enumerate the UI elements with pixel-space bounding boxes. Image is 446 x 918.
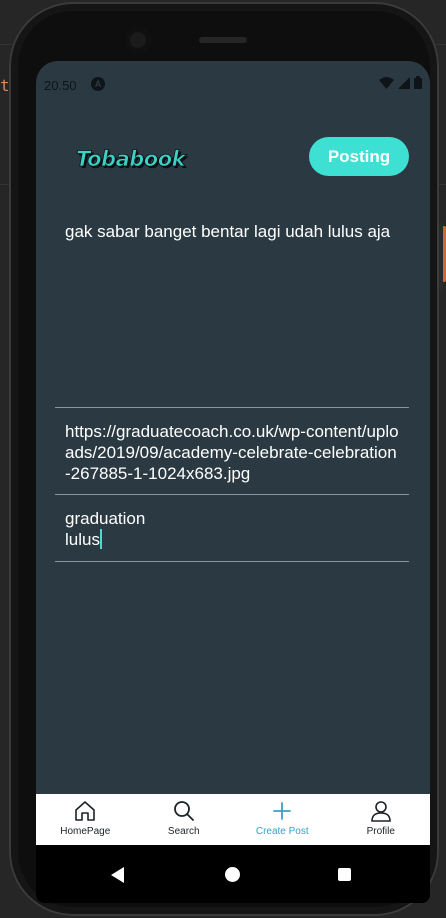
side-button[interactable] — [439, 222, 443, 292]
app-logo: Tobabook — [76, 147, 186, 172]
caption-input[interactable]: gak sabar banget bentar lagi udah lulus … — [55, 221, 409, 407]
nav-item-search[interactable]: Search — [135, 794, 234, 845]
phone-frame: 20.50 A Tobabook Posting gak sabar bange… — [9, 2, 443, 916]
status-icons — [379, 76, 422, 89]
tags-text: graduation lulus — [55, 495, 409, 550]
system-navigation-bar — [36, 845, 430, 903]
app-screen: 20.50 A Tobabook Posting gak sabar bange… — [36, 61, 430, 903]
bottom-navigation: HomePage Search Create Post Profile — [36, 794, 430, 845]
tags-input[interactable]: graduation lulus — [55, 494, 409, 562]
camera-icon — [125, 27, 151, 53]
posting-button[interactable]: Posting — [309, 137, 409, 176]
caption-text: gak sabar banget bentar lagi udah lulus … — [65, 222, 391, 241]
profile-icon — [370, 801, 391, 822]
wifi-icon — [379, 76, 394, 89]
nav-label: Create Post — [255, 826, 309, 837]
tag-line: graduation — [65, 509, 146, 528]
home-icon — [75, 801, 96, 821]
battery-icon — [414, 76, 422, 89]
status-time: 20.50 — [44, 78, 77, 93]
accessibility-icon: A — [91, 77, 105, 91]
recent-apps-icon[interactable] — [338, 868, 351, 881]
back-icon[interactable] — [111, 867, 124, 883]
nav-label: HomePage — [60, 826, 111, 837]
plus-icon — [273, 802, 292, 820]
nav-item-create-post[interactable]: Create Post — [233, 794, 332, 845]
nav-label: Profile — [366, 826, 395, 837]
speaker-grille — [199, 37, 247, 43]
tag-line: lulus — [65, 530, 100, 549]
search-icon — [173, 801, 194, 821]
image-url-text: https://graduatecoach.co.uk/wp-content/u… — [65, 422, 399, 483]
signal-icon — [398, 76, 410, 89]
image-url-input[interactable]: https://graduatecoach.co.uk/wp-content/u… — [55, 407, 409, 495]
text-cursor — [99, 529, 102, 549]
status-bar: 20.50 A — [36, 61, 430, 109]
home-button-icon[interactable] — [225, 867, 240, 882]
nav-item-homepage[interactable]: HomePage — [36, 794, 135, 845]
nav-label: Search — [167, 826, 200, 837]
nav-item-profile[interactable]: Profile — [332, 794, 431, 845]
